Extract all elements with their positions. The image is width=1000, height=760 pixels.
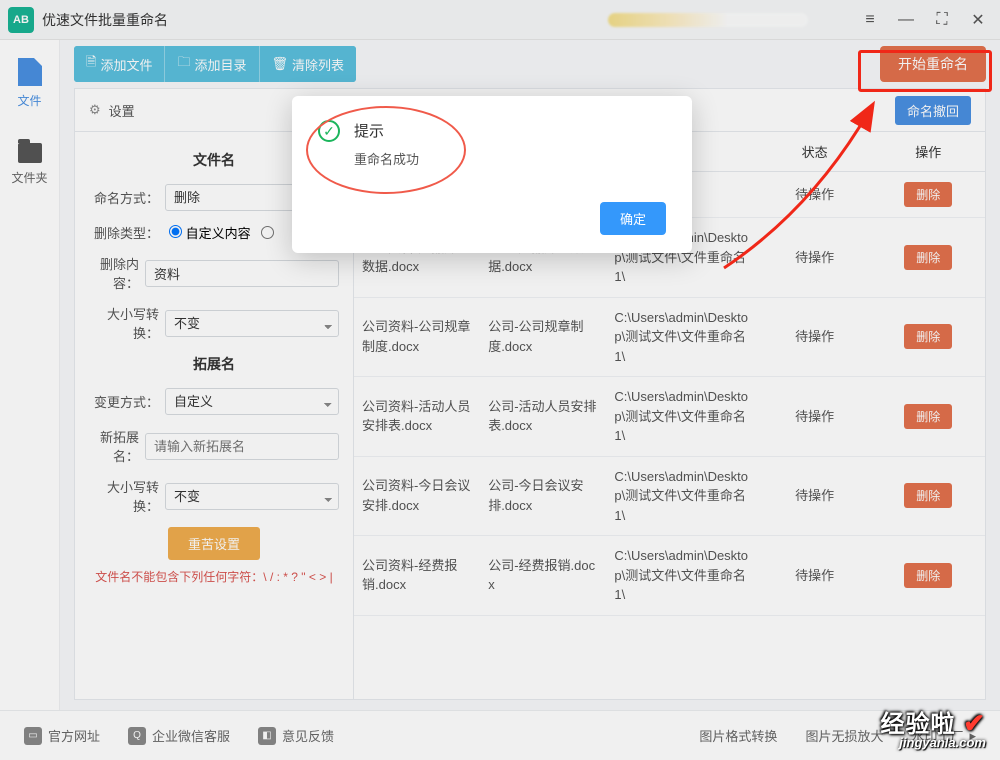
success-dialog: ✓ 提示 重命名成功 确定 [292,96,692,253]
dialog-title: 提示 [354,120,419,141]
dialog-message: 重命名成功 [354,149,419,168]
dialog-ok-button[interactable]: 确定 [600,202,666,235]
success-check-icon: ✓ [318,120,340,142]
